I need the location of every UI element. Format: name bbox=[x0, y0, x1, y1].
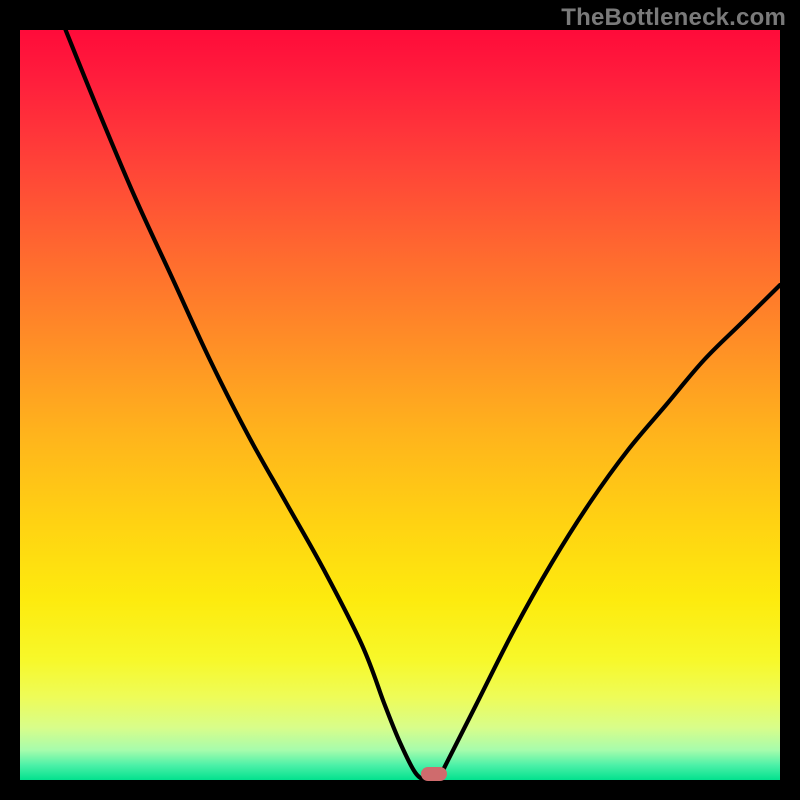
optimal-marker bbox=[421, 767, 447, 781]
chart-frame: TheBottleneck.com bbox=[0, 0, 800, 800]
plot-area bbox=[20, 30, 780, 780]
bottleneck-curve bbox=[20, 30, 780, 780]
watermark-text: TheBottleneck.com bbox=[561, 4, 786, 32]
